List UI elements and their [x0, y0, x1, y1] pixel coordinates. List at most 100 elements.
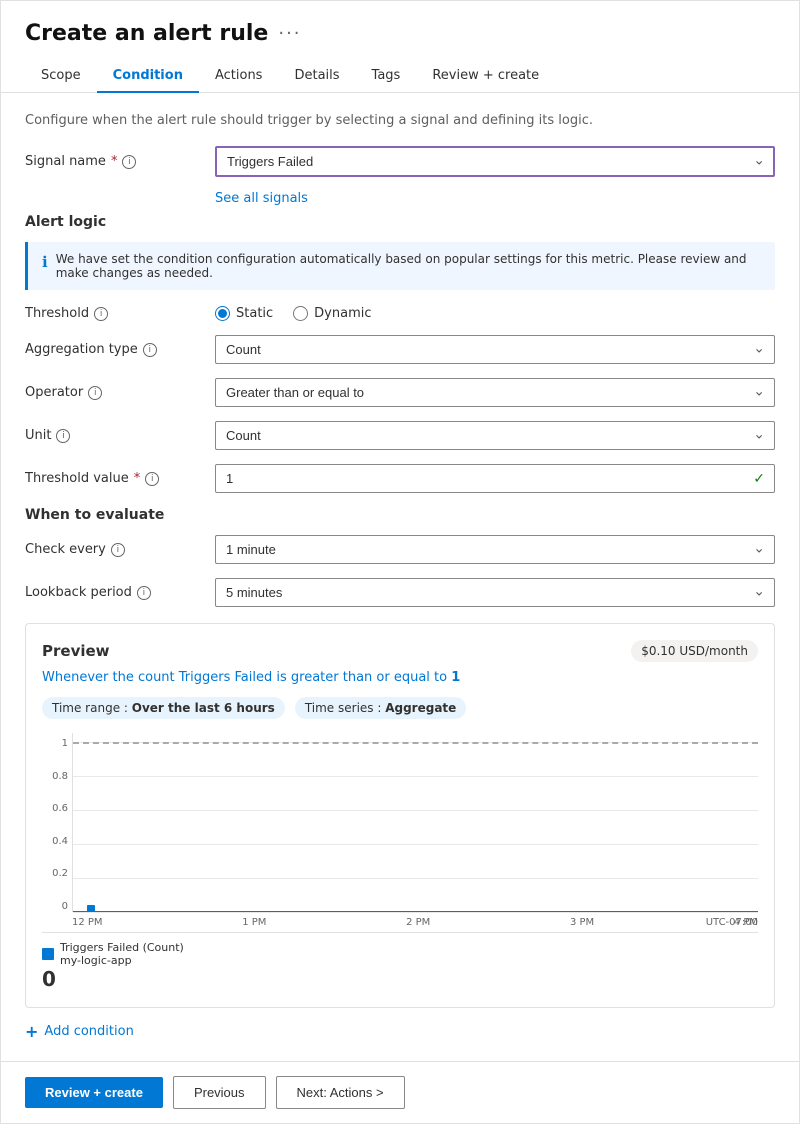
lookback-period-dropdown[interactable]: 5 minutes — [215, 578, 775, 607]
info-banner: ℹ We have set the condition configuratio… — [25, 242, 775, 290]
threshold-static-label: Static — [236, 306, 273, 321]
lookback-period-row: Lookback period i 5 minutes — [25, 578, 775, 607]
legend-value: 0 — [42, 967, 758, 991]
threshold-dynamic-radio[interactable] — [293, 306, 308, 321]
signal-name-row: Signal name * i Triggers Failed — [25, 146, 775, 177]
check-every-info-icon[interactable]: i — [111, 543, 125, 557]
next-actions-button[interactable]: Next: Actions > — [276, 1076, 405, 1109]
threshold-label: Threshold — [25, 306, 89, 321]
aggregation-type-info-icon[interactable]: i — [143, 343, 157, 357]
plus-icon: + — [25, 1022, 38, 1041]
signal-name-dropdown[interactable]: Triggers Failed — [215, 146, 775, 177]
review-create-button[interactable]: Review + create — [25, 1077, 163, 1108]
check-every-dropdown[interactable]: 1 minute — [215, 535, 775, 564]
cost-badge: $0.10 USD/month — [631, 640, 758, 662]
preview-chart: 1 0.8 0.6 0.4 0.2 0 — [42, 733, 758, 933]
aggregation-type-row: Aggregation type i Count — [25, 335, 775, 364]
preview-description-prefix: Whenever the count Triggers Failed is gr… — [42, 670, 447, 685]
time-range-value: Over the last 6 hours — [132, 701, 275, 715]
page-title: Create an alert rule — [25, 21, 268, 46]
threshold-value-info-icon[interactable]: i — [145, 472, 159, 486]
legend-color-swatch — [42, 948, 54, 960]
chart-y-axis: 1 0.8 0.6 0.4 0.2 0 — [42, 733, 72, 912]
threshold-check-icon: ✓ — [753, 471, 765, 487]
required-indicator: * — [111, 154, 118, 169]
tab-tags[interactable]: Tags — [356, 60, 417, 93]
aggregation-type-dropdown[interactable]: Count — [215, 335, 775, 364]
alert-logic-section-title: Alert logic — [25, 214, 775, 230]
when-to-evaluate-section-title: When to evaluate — [25, 507, 775, 523]
add-condition-row[interactable]: + Add condition — [25, 1022, 775, 1041]
tab-review-create[interactable]: Review + create — [416, 60, 555, 93]
x-label-12pm: 12 PM — [72, 917, 103, 928]
operator-dropdown[interactable]: Greater than or equal to — [215, 378, 775, 407]
tab-condition[interactable]: Condition — [97, 60, 199, 93]
chart-x-labels: 12 PM 1 PM 2 PM 3 PM 4 PM UTC-07:00 — [72, 912, 758, 932]
y-label-08: 0.8 — [52, 771, 68, 782]
tab-details[interactable]: Details — [278, 60, 355, 93]
chart-legend: Triggers Failed (Count) my-logic-app 0 — [42, 941, 758, 991]
info-banner-icon: ℹ — [42, 253, 48, 271]
x-label-3pm: 3 PM — [570, 917, 594, 928]
y-label-02: 0.2 — [52, 868, 68, 879]
footer-bar: Review + create Previous Next: Actions > — [1, 1061, 799, 1123]
time-range-pill[interactable]: Time range : Over the last 6 hours — [42, 697, 285, 719]
time-range-label: Time range : — [52, 701, 128, 715]
section-description: Configure when the alert rule should tri… — [25, 113, 775, 128]
grid-line-06 — [73, 810, 758, 811]
x-label-1pm: 1 PM — [242, 917, 266, 928]
see-all-signals-link[interactable]: See all signals — [215, 191, 775, 206]
unit-label: Unit — [25, 428, 51, 443]
operator-label: Operator — [25, 385, 83, 400]
grid-line-02 — [73, 878, 758, 879]
chart-bar-1 — [87, 905, 95, 912]
tab-scope[interactable]: Scope — [25, 60, 97, 93]
threshold-dynamic-label: Dynamic — [314, 306, 371, 321]
lookback-period-info-icon[interactable]: i — [137, 586, 151, 600]
preview-section: Preview $0.10 USD/month Whenever the cou… — [25, 623, 775, 1008]
grid-line-08 — [73, 776, 758, 777]
operator-row: Operator i Greater than or equal to — [25, 378, 775, 407]
preview-description: Whenever the count Triggers Failed is gr… — [42, 670, 758, 685]
time-series-value: Aggregate — [385, 701, 456, 715]
time-series-pill[interactable]: Time series : Aggregate — [295, 697, 467, 719]
threshold-info-icon[interactable]: i — [94, 307, 108, 321]
info-banner-text: We have set the condition configuration … — [56, 252, 761, 280]
unit-info-icon[interactable]: i — [56, 429, 70, 443]
threshold-value-label: Threshold value — [25, 471, 129, 486]
operator-info-icon[interactable]: i — [88, 386, 102, 400]
unit-row: Unit i Count — [25, 421, 775, 450]
legend-item: Triggers Failed (Count) my-logic-app — [42, 941, 758, 967]
check-every-row: Check every i 1 minute — [25, 535, 775, 564]
threshold-value-input[interactable]: 1 — [215, 464, 775, 493]
threshold-row: Threshold i Static Dynamic — [25, 306, 775, 321]
tag-pills-row: Time range : Over the last 6 hours Time … — [42, 697, 758, 719]
threshold-static-radio[interactable] — [215, 306, 230, 321]
navigation-tabs: Scope Condition Actions Details Tags Rev… — [25, 60, 775, 92]
aggregation-type-label: Aggregation type — [25, 342, 138, 357]
y-label-1: 1 — [62, 738, 68, 749]
y-label-0: 0 — [62, 901, 68, 912]
threshold-value-row: Threshold value * i 1 ✓ — [25, 464, 775, 493]
x-label-utc: UTC-07:00 — [706, 917, 758, 928]
chart-inner — [72, 733, 758, 912]
y-label-04: 0.4 — [52, 836, 68, 847]
more-options-button[interactable]: ··· — [278, 23, 301, 44]
threshold-dynamic-option[interactable]: Dynamic — [293, 306, 371, 321]
unit-dropdown[interactable]: Count — [215, 421, 775, 450]
legend-name: Triggers Failed (Count) — [60, 941, 184, 954]
signal-name-label: Signal name — [25, 154, 106, 169]
add-condition-label: Add condition — [44, 1024, 133, 1039]
check-every-label: Check every — [25, 542, 106, 557]
tab-actions[interactable]: Actions — [199, 60, 279, 93]
threshold-line — [73, 742, 758, 744]
time-series-label: Time series : — [305, 701, 382, 715]
lookback-period-label: Lookback period — [25, 585, 132, 600]
legend-resource: my-logic-app — [60, 954, 184, 967]
previous-button[interactable]: Previous — [173, 1076, 266, 1109]
threshold-static-option[interactable]: Static — [215, 306, 273, 321]
preview-title: Preview — [42, 642, 110, 660]
signal-name-info-icon[interactable]: i — [122, 155, 136, 169]
preview-description-value: 1 — [451, 670, 460, 685]
grid-line-04 — [73, 844, 758, 845]
